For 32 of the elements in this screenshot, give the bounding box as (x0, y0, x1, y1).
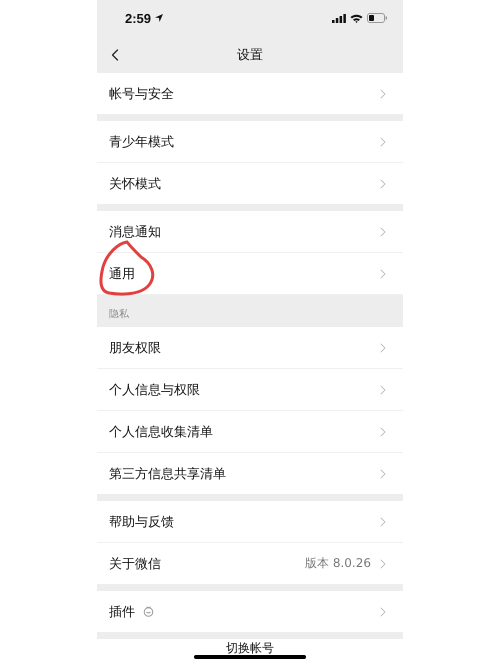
item-label: 个人信息与权限 (109, 382, 200, 398)
item-label: 消息通知 (109, 224, 161, 240)
settings-item[interactable]: 第三方信息共享清单 (97, 453, 403, 494)
status-time: 2:59 (125, 10, 152, 26)
item-label: 关怀模式 (109, 176, 161, 192)
settings-item[interactable]: 插件 (97, 591, 403, 632)
settings-item[interactable]: 消息通知 (97, 211, 403, 253)
battery-icon (367, 13, 387, 23)
item-label: 青少年模式 (109, 134, 174, 150)
page-title: 设置 (237, 46, 263, 64)
item-label: 个人信息收集清单 (109, 424, 213, 440)
plugin-icon (143, 606, 154, 617)
settings-item[interactable]: 朋友权限 (97, 327, 403, 369)
item-label: 插件 (109, 604, 135, 620)
wifi-icon (350, 14, 363, 22)
item-label: 帐号与安全 (109, 86, 174, 102)
location-arrow-icon (155, 14, 164, 22)
settings-item[interactable]: 个人信息收集清单 (97, 411, 403, 453)
signal-icon (332, 14, 346, 22)
settings-item[interactable]: 关于微信 版本 8.0.26 (97, 543, 403, 584)
item-label: 第三方信息共享清单 (109, 466, 226, 482)
item-label: 朋友权限 (109, 340, 161, 356)
item-label: 帮助与反馈 (109, 514, 174, 530)
switch-account-button[interactable]: 切换帐号 (226, 641, 274, 656)
item-label: 关于微信 (109, 556, 161, 572)
item-label: 通用 (109, 266, 135, 282)
settings-item[interactable]: 青少年模式 (97, 121, 403, 163)
settings-item[interactable]: 帐号与安全 (97, 73, 403, 114)
settings-item[interactable]: 个人信息与权限 (97, 369, 403, 411)
settings-item[interactable]: 关怀模式 (97, 163, 403, 204)
settings-item[interactable]: 帮助与反馈 (97, 501, 403, 543)
version-text: 版本 8.0.26 (305, 555, 371, 572)
